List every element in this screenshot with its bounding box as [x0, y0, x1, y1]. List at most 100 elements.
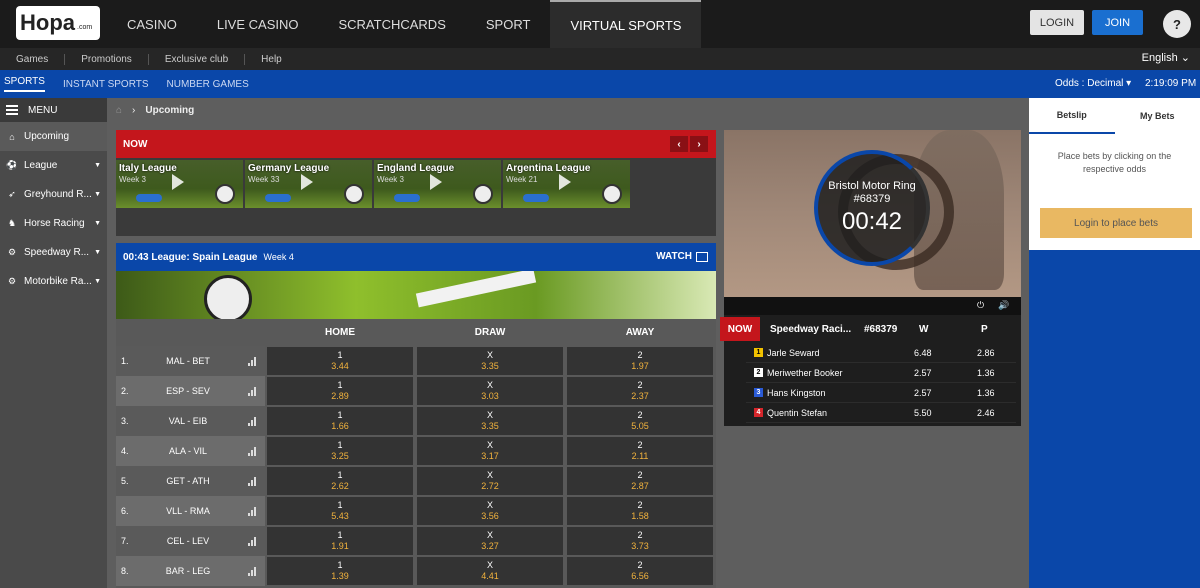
odds-away-button[interactable]: 2 2.87: [567, 467, 713, 495]
match-label[interactable]: 1. MAL - BET: [116, 346, 265, 376]
nav-casino[interactable]: CASINO: [107, 0, 197, 48]
stats-icon[interactable]: [248, 506, 257, 516]
place-odds-button[interactable]: 1.36: [977, 368, 995, 378]
odds-away-button[interactable]: 2 1.58: [567, 497, 713, 525]
win-odds-button[interactable]: 6.48: [914, 348, 932, 358]
volume-icon[interactable]: 🔊: [998, 300, 1009, 311]
login-to-place-bets-button[interactable]: Login to place bets: [1040, 208, 1192, 238]
win-odds-button[interactable]: 5.50: [914, 408, 932, 418]
stats-icon[interactable]: [248, 416, 257, 426]
place-odds-button[interactable]: 2.46: [977, 408, 995, 418]
nav-live-casino[interactable]: LIVE CASINO: [197, 0, 319, 48]
win-odds-button[interactable]: 2.57: [914, 368, 932, 378]
odds-home-button[interactable]: 1 3.44: [267, 347, 413, 375]
betslip-message: Place bets by clicking on the respective…: [1057, 151, 1172, 174]
match-label[interactable]: 5. GET - ATH: [116, 466, 265, 496]
league-card-germany[interactable]: Germany League Week 33: [245, 160, 372, 208]
match-label[interactable]: 7. CEL - LEV: [116, 526, 265, 556]
odds-draw-button[interactable]: X 2.72: [417, 467, 563, 495]
hopa-logo[interactable]: Hopa .com: [16, 6, 100, 40]
odds-away-button[interactable]: 2 3.73: [567, 527, 713, 555]
odds-home-button[interactable]: 1 3.25: [267, 437, 413, 465]
match-label[interactable]: 3. VAL - EIB: [116, 406, 265, 436]
join-button[interactable]: JOIN: [1092, 10, 1143, 35]
sidebar-item-upcoming[interactable]: ⌂ Upcoming: [0, 122, 107, 151]
odds-draw-button[interactable]: X 4.41: [417, 557, 563, 585]
stats-icon[interactable]: [248, 386, 257, 396]
league-card-england[interactable]: England League Week 3: [374, 160, 501, 208]
odds-format-selector[interactable]: Odds : Decimal ▾: [1055, 78, 1131, 89]
sidebar-item-motorbike[interactable]: ⚙ Motorbike Ra... ▼: [0, 267, 107, 296]
power-icon[interactable]: ⏻: [977, 300, 984, 311]
odds-key: 2: [637, 470, 643, 480]
odds-home-button[interactable]: 1 2.89: [267, 377, 413, 405]
odds-away-button[interactable]: 2 5.05: [567, 407, 713, 435]
odds-home-button[interactable]: 1 5.43: [267, 497, 413, 525]
stats-icon[interactable]: [248, 566, 257, 576]
menu-toggle[interactable]: MENU: [0, 98, 107, 122]
support-icon[interactable]: ?: [1163, 10, 1191, 38]
odds-away-button[interactable]: 2 2.11: [567, 437, 713, 465]
watch-button[interactable]: WATCH: [656, 251, 708, 262]
odds-home-button[interactable]: 1 2.62: [267, 467, 413, 495]
league-card-italy[interactable]: Italy League Week 3: [116, 160, 243, 208]
odds-value: 2.11: [631, 451, 649, 461]
odds-home-button[interactable]: 1 1.66: [267, 407, 413, 435]
win-odds-button[interactable]: 2.57: [914, 388, 932, 398]
place-odds-button[interactable]: 2.86: [977, 348, 995, 358]
odds-home-button[interactable]: 1 1.91: [267, 527, 413, 555]
league-card-argentina[interactable]: Argentina League Week 21: [503, 160, 630, 208]
language-selector[interactable]: English ⌄: [1142, 51, 1190, 64]
tab-number-games[interactable]: NUMBER GAMES: [167, 79, 249, 90]
match-label[interactable]: 4. ALA - VIL: [116, 436, 265, 466]
odds-away-button[interactable]: 2 2.37: [567, 377, 713, 405]
stats-icon[interactable]: [248, 356, 257, 366]
header-draw: DRAW: [474, 327, 506, 338]
tab-my-bets[interactable]: My Bets: [1115, 98, 1200, 134]
subnav-exclusive-club[interactable]: Exclusive club: [149, 53, 246, 65]
match-banner: [116, 271, 716, 319]
login-button[interactable]: LOGIN: [1030, 10, 1084, 35]
odds-draw-button[interactable]: X 3.35: [417, 407, 563, 435]
subnav-help[interactable]: Help: [245, 54, 298, 65]
place-odds-button[interactable]: 1.36: [977, 388, 995, 398]
odds-draw-button[interactable]: X 3.56: [417, 497, 563, 525]
odds-draw-button[interactable]: X 3.03: [417, 377, 563, 405]
sidebar-item-league[interactable]: ⚽ League ▼: [0, 151, 107, 180]
odds-key: X: [486, 410, 493, 420]
odds-away-button[interactable]: 2 1.97: [567, 347, 713, 375]
match-label[interactable]: 6. VLL - RMA: [116, 496, 265, 526]
nav-scratchcards[interactable]: SCRATCHCARDS: [318, 0, 465, 48]
stats-icon[interactable]: [248, 476, 257, 486]
sidebar-item-greyhound[interactable]: ➶ Greyhound R... ▼: [0, 180, 107, 209]
tab-sports[interactable]: SPORTS: [4, 76, 45, 92]
prev-arrow-icon[interactable]: ‹: [670, 136, 688, 152]
odds-draw-button[interactable]: X 3.35: [417, 347, 563, 375]
stats-icon[interactable]: [248, 446, 257, 456]
league-week: Week 3: [119, 175, 146, 184]
sidebar-item-horse-racing[interactable]: ♞ Horse Racing ▼: [0, 209, 107, 238]
odds-key: 1: [337, 380, 343, 390]
nav-sport[interactable]: SPORT: [466, 0, 551, 48]
home-icon[interactable]: ⌂: [116, 105, 122, 116]
play-icon: [301, 174, 313, 190]
odds-home-button[interactable]: 1 1.39: [267, 557, 413, 585]
odds-value: 3.27: [481, 541, 499, 551]
stats-icon[interactable]: [248, 536, 257, 546]
subnav-promotions[interactable]: Promotions: [65, 53, 149, 65]
odds-draw-button[interactable]: X 3.17: [417, 437, 563, 465]
next-arrow-icon[interactable]: ›: [690, 136, 708, 152]
subnav-games[interactable]: Games: [0, 53, 66, 65]
teams: BAR - LEG: [165, 566, 211, 576]
odds-key: X: [486, 440, 493, 450]
race-video[interactable]: Bristol Motor Ring #68379 00:42: [724, 130, 1021, 297]
tab-betslip[interactable]: Betslip: [1029, 98, 1115, 134]
match-label[interactable]: 2. ESP - SEV: [116, 376, 265, 406]
ball-icon: [473, 184, 493, 204]
sidebar-item-speedway[interactable]: ⚙ Speedway R... ▼: [0, 238, 107, 267]
odds-away-button[interactable]: 2 6.56: [567, 557, 713, 585]
match-label[interactable]: 8. BAR - LEG: [116, 556, 265, 586]
tab-instant-sports[interactable]: INSTANT SPORTS: [63, 79, 149, 90]
nav-virtual-sports[interactable]: VIRTUAL SPORTS: [550, 0, 702, 48]
odds-draw-button[interactable]: X 3.27: [417, 527, 563, 555]
